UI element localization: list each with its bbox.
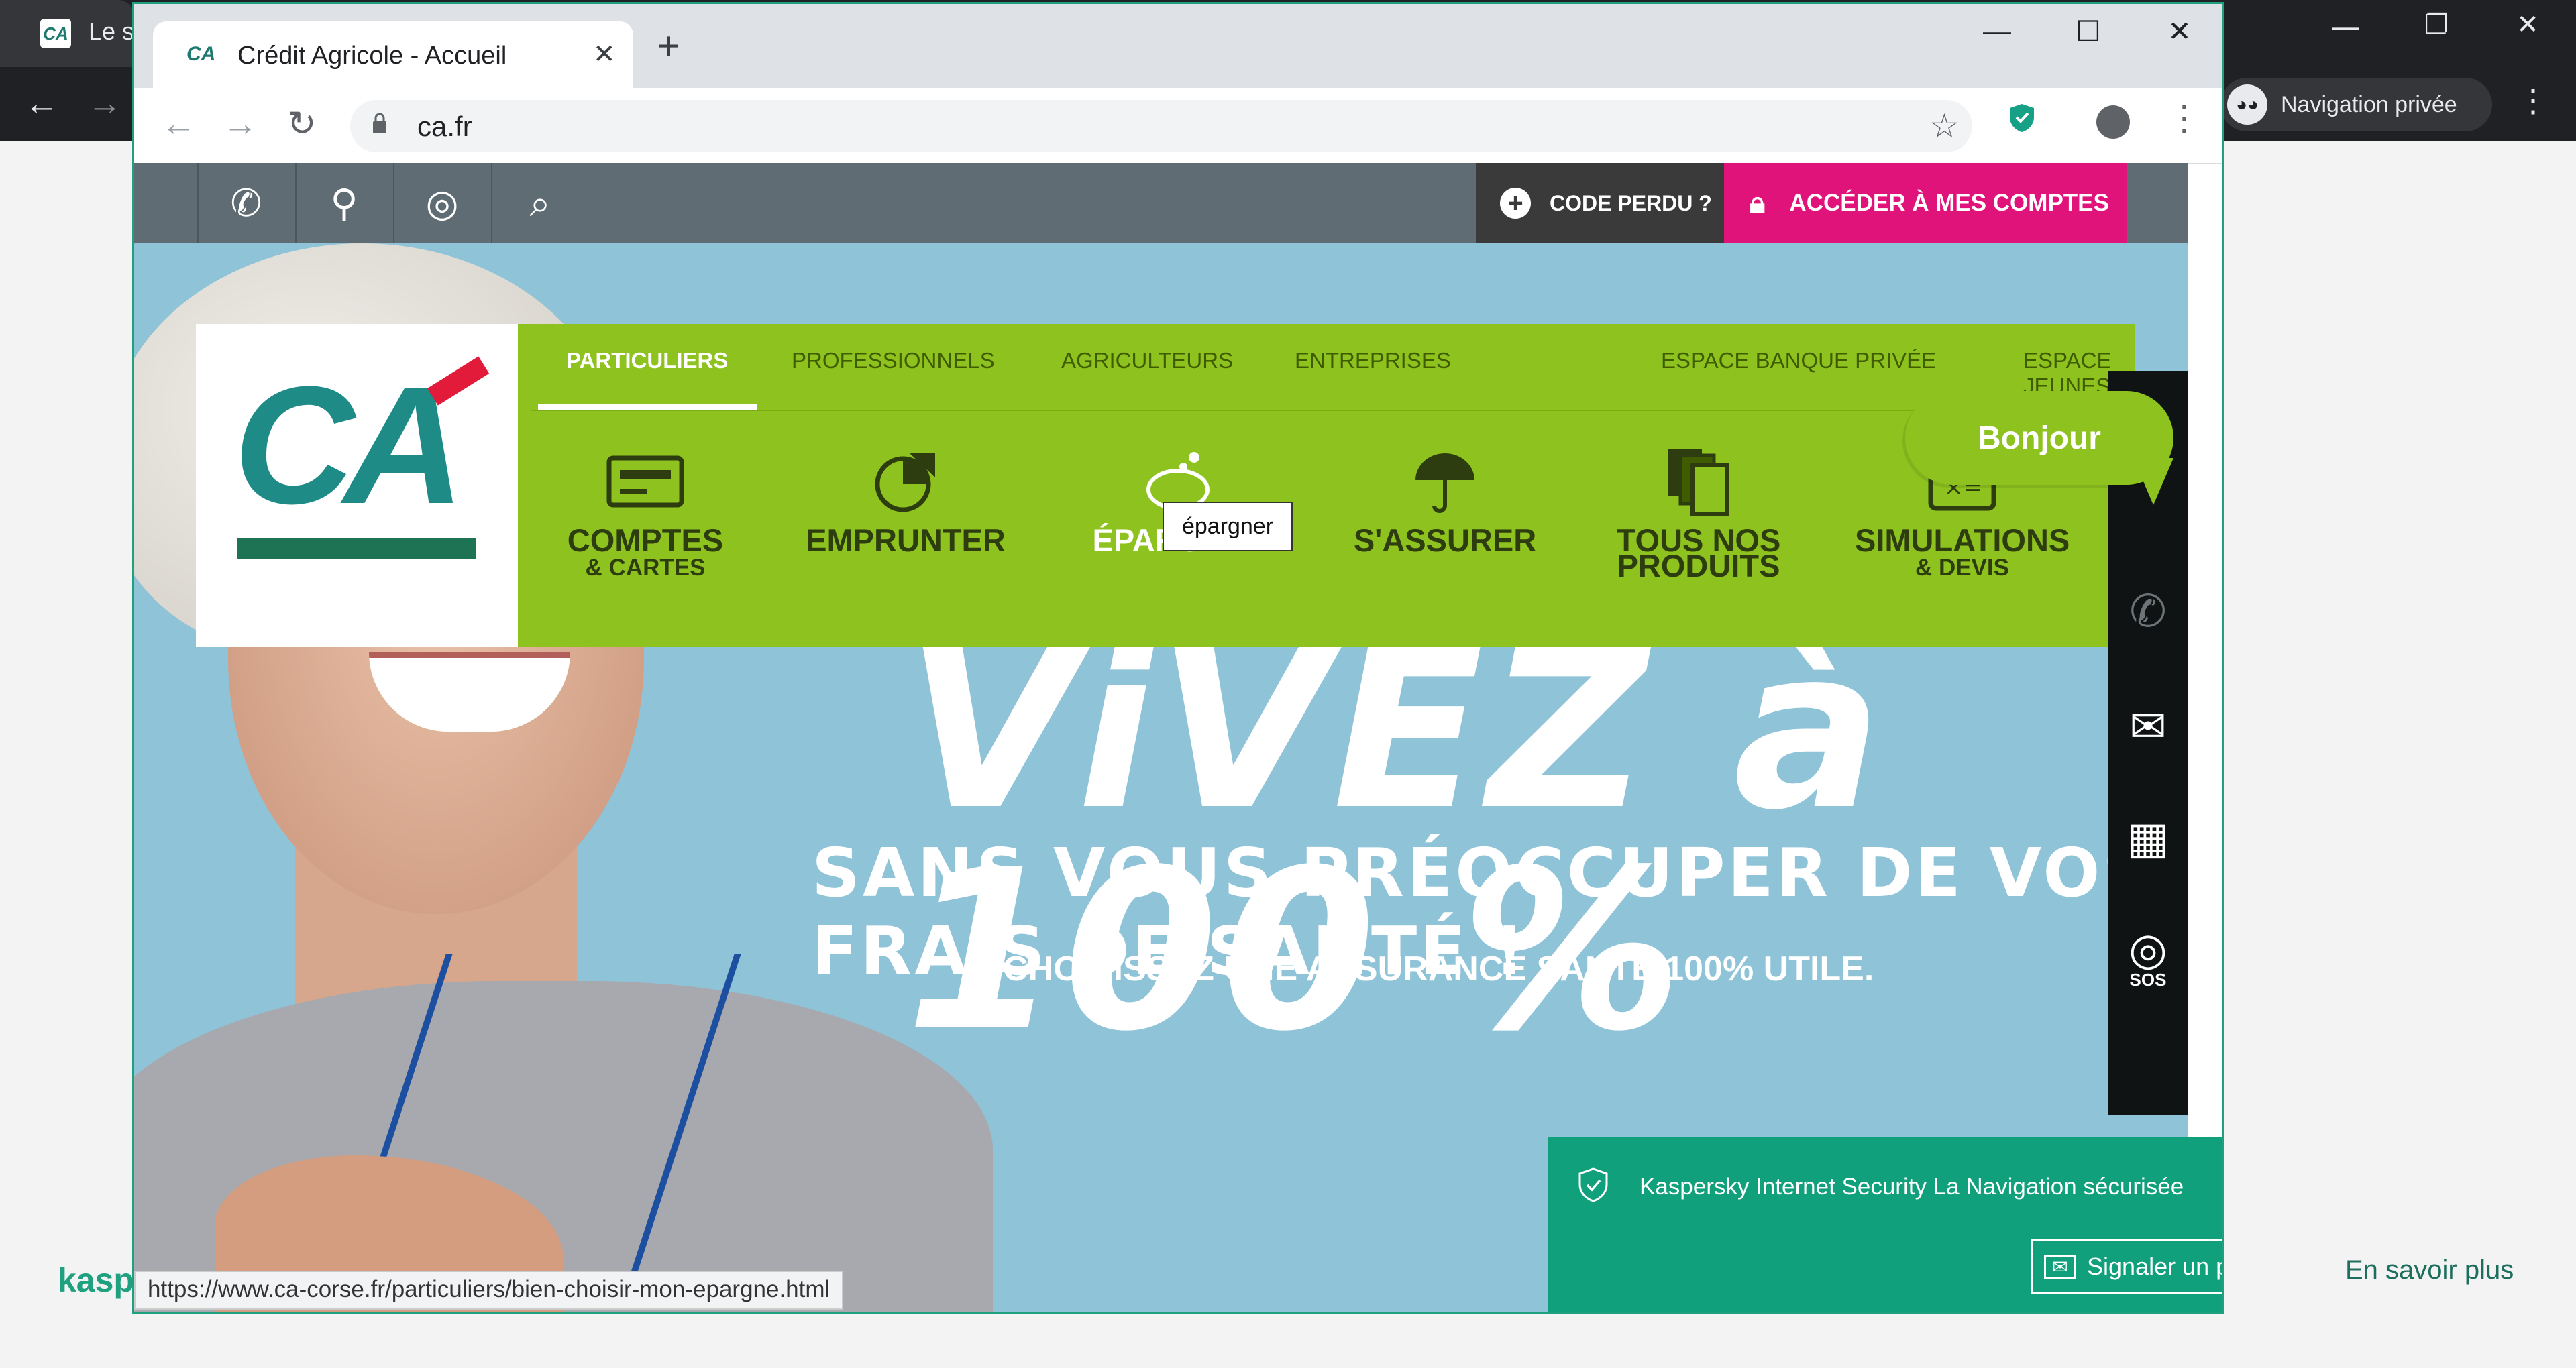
kaspersky-message: Kaspersky Internet Security La Navigatio… bbox=[1640, 1174, 2184, 1200]
code-perdu-button[interactable]: + CODE PERDU ? bbox=[1476, 163, 1724, 243]
close-window-button[interactable]: ✕ bbox=[2149, 15, 2210, 48]
hero-slogan-cta[interactable]: CHOISISSEZ UNE ASSURANCE SANTÉ 100% UTIL… bbox=[1003, 949, 1874, 989]
padlock-icon: 🔒︎ bbox=[1750, 186, 1766, 219]
search-icon[interactable]: ⌕ bbox=[491, 163, 589, 243]
lifebuoy-icon[interactable]: ◎ bbox=[393, 163, 492, 243]
menu-item-label: SIMULATIONS bbox=[1855, 522, 2070, 558]
browser-menu-icon[interactable]: ⋮ bbox=[2167, 99, 2202, 139]
credit-agricole-favicon: CA bbox=[186, 43, 216, 65]
incognito-icon: ◕◕ bbox=[2227, 84, 2267, 125]
pie-chart-icon bbox=[865, 445, 946, 518]
menu-item-sublabel: & DEVIS bbox=[1915, 555, 2010, 581]
acceder-comptes-label: ACCÉDER À MES COMPTES bbox=[1789, 190, 2109, 216]
link-status-bar: https://www.ca-corse.fr/particuliers/bie… bbox=[134, 1271, 844, 1310]
message-icon: ✉ bbox=[2044, 1255, 2076, 1279]
report-problem-label: Signaler un problème bbox=[2087, 1253, 2222, 1280]
category-agriculteurs[interactable]: AGRICULTEURS bbox=[1061, 348, 1233, 374]
location-pin-icon[interactable]: ⚲ bbox=[295, 163, 394, 243]
private-browsing-label: Navigation privée bbox=[2281, 91, 2457, 117]
category-banque-privee[interactable]: ESPACE BANQUE PRIVÉE bbox=[1661, 348, 1936, 374]
browser-toolbar: ← → ↻ ca.fr ☆ ⋮ bbox=[134, 88, 2222, 164]
tab-title: Crédit Agricole - Accueil bbox=[237, 42, 507, 70]
background-restore-button[interactable]: ❐ bbox=[2410, 9, 2463, 40]
maximize-button[interactable]: ☐ bbox=[2058, 15, 2118, 48]
bookmark-star-icon[interactable]: ☆ bbox=[1929, 107, 1960, 146]
documents-icon bbox=[1658, 445, 1739, 518]
address-bar[interactable]: ca.fr ☆ bbox=[350, 100, 1972, 152]
kaspersky-extension-icon[interactable] bbox=[2008, 103, 2035, 133]
rail-mail-icon[interactable]: ✉ bbox=[2108, 701, 2188, 752]
card-icon bbox=[605, 445, 686, 518]
menu-item-label: COMPTES bbox=[567, 522, 724, 558]
report-problem-button[interactable]: ✉ Signaler un problème bbox=[2031, 1239, 2222, 1294]
background-menu-icon[interactable]: ⋮ bbox=[2517, 82, 2549, 119]
profile-avatar-icon[interactable] bbox=[2096, 105, 2130, 139]
active-tab[interactable]: CA Crédit Agricole - Accueil ✕ bbox=[153, 21, 633, 89]
ca-logo-underline bbox=[237, 538, 476, 559]
forward-icon[interactable]: → bbox=[223, 104, 258, 144]
rail-sos-icon[interactable]: ◎ SOS bbox=[2108, 923, 2188, 990]
kaspersky-shield-icon bbox=[1578, 1167, 1608, 1202]
plus-circle-icon: + bbox=[1500, 188, 1531, 219]
menu-item-comptes[interactable]: COMPTES & CARTES bbox=[538, 445, 753, 580]
background-forward-icon[interactable]: → bbox=[87, 83, 122, 123]
utility-bar: ✆ ⚲ ◎ ⌕ + CODE PERDU ? 🔒︎ ACCÉDER À MES … bbox=[134, 163, 2188, 243]
menu-item-label: EMPRUNTER bbox=[806, 522, 1006, 558]
category-entreprises[interactable]: ENTREPRISES bbox=[1295, 348, 1451, 374]
utility-spacer bbox=[134, 163, 199, 243]
active-category-indicator bbox=[538, 404, 757, 410]
background-back-icon[interactable]: ← bbox=[24, 83, 59, 123]
category-particuliers[interactable]: PARTICULIERS bbox=[566, 348, 728, 374]
bonjour-bubble-tail bbox=[2133, 458, 2174, 505]
menu-item-sassurer[interactable]: S'ASSURER bbox=[1338, 445, 1552, 556]
private-browsing-indicator[interactable]: ◕◕ Navigation privée bbox=[2220, 78, 2492, 131]
background-close-button[interactable]: ✕ bbox=[2501, 9, 2555, 40]
umbrella-icon bbox=[1405, 445, 1485, 518]
minimize-button[interactable]: — bbox=[1967, 15, 2027, 47]
title-bar: CA Crédit Agricole - Accueil ✕ + — ☐ ✕ bbox=[134, 4, 2222, 89]
code-perdu-label: CODE PERDU ? bbox=[1550, 190, 1712, 215]
back-icon[interactable]: ← bbox=[161, 104, 196, 144]
menu-item-sublabel: & CARTES bbox=[585, 555, 706, 581]
background-minimize-button[interactable]: — bbox=[2318, 12, 2372, 42]
tab-close-icon[interactable]: ✕ bbox=[593, 39, 616, 70]
credit-agricole-logo[interactable]: CA bbox=[196, 324, 518, 647]
acceder-comptes-button[interactable]: 🔒︎ ACCÉDER À MES COMPTES bbox=[1724, 163, 2127, 243]
background-tab-title: Le s bbox=[89, 17, 135, 45]
url-text[interactable]: ca.fr bbox=[417, 111, 472, 143]
menu-item-emprunter[interactable]: EMPRUNTER bbox=[798, 445, 1013, 556]
phone-icon[interactable]: ✆ bbox=[197, 163, 297, 243]
main-menu: PARTICULIERS PROFESSIONNELS AGRICULTEURS… bbox=[518, 324, 2135, 647]
menu-item-produits[interactable]: TOUS NOS PRODUITS bbox=[1591, 445, 1806, 581]
kaspersky-logo-partial: kasp bbox=[58, 1261, 134, 1299]
background-tab-favicon: CA bbox=[40, 19, 71, 48]
menu-item-sublabel: PRODUITS bbox=[1617, 548, 1780, 583]
tooltip-epargner: épargner bbox=[1163, 502, 1293, 551]
category-professionnels[interactable]: PROFESSIONNELS bbox=[792, 348, 995, 374]
ca-logo-letters: CA bbox=[233, 351, 465, 538]
menu-item-label: S'ASSURER bbox=[1353, 522, 1537, 558]
lock-icon bbox=[373, 113, 386, 133]
rail-phone-icon[interactable]: ✆ bbox=[2108, 585, 2188, 637]
menu-divider bbox=[531, 410, 2121, 411]
rail-calendar-icon[interactable]: ▦ bbox=[2108, 812, 2188, 864]
new-tab-button[interactable]: + bbox=[657, 27, 680, 66]
reload-icon[interactable]: ↻ bbox=[287, 104, 317, 144]
rail-sos-label: SOS bbox=[2129, 970, 2167, 990]
browser-window: CA Crédit Agricole - Accueil ✕ + — ☐ ✕ ←… bbox=[132, 2, 2224, 1314]
kaspersky-notification: Kaspersky Internet Security La Navigatio… bbox=[1548, 1137, 2222, 1312]
learn-more-link[interactable]: En savoir plus bbox=[2345, 1255, 2514, 1286]
